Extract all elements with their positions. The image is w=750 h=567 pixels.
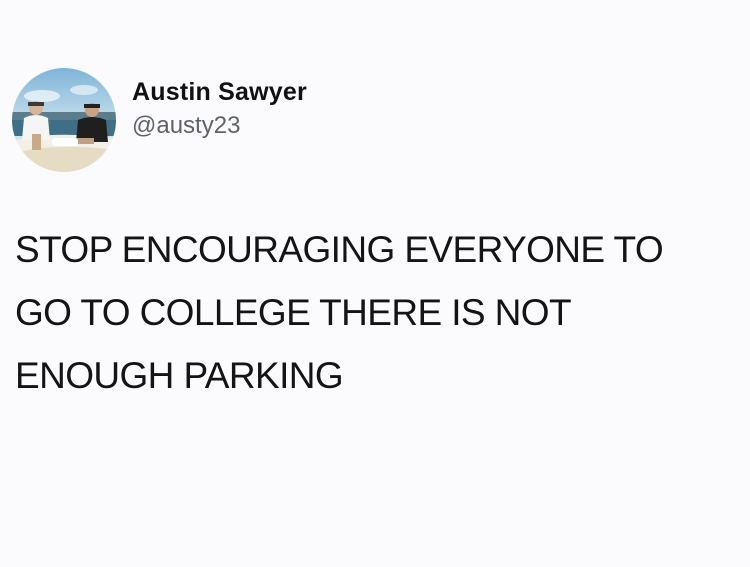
author-handle[interactable]: @austy23	[132, 111, 307, 141]
tweet-header: Austin Sawyer @austy23	[12, 68, 307, 172]
tweet-text-line: GO TO COLLEGE THERE IS NOT	[15, 292, 572, 333]
tweet-text: STOP ENCOURAGING EVERYONE TO GO TO COLLE…	[15, 218, 735, 407]
tweet-text-line: ENOUGH PARKING	[15, 355, 344, 396]
tweet-text-line: STOP ENCOURAGING EVERYONE TO	[15, 229, 664, 270]
author-display-name[interactable]: Austin Sawyer	[132, 77, 307, 107]
profile-photo-avatar-icon	[12, 68, 116, 172]
author-info: Austin Sawyer @austy23	[132, 77, 307, 141]
avatar[interactable]	[12, 68, 116, 172]
tweet-card: Austin Sawyer @austy23 STOP ENCOURAGING …	[0, 0, 750, 567]
